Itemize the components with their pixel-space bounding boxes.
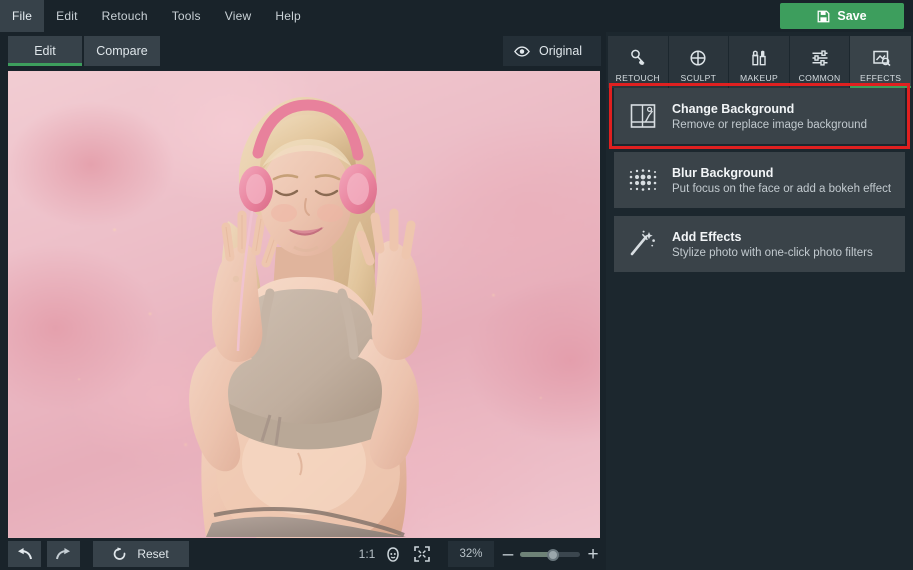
tab-common[interactable]: COMMON [789,36,851,88]
zoom-slider-handle[interactable] [547,548,559,561]
redo-arrow-icon [55,547,72,561]
fit-to-screen-icon [414,546,430,562]
menu-item-edit[interactable]: Edit [44,0,89,32]
menu-item-help-label: Help [275,9,301,23]
zoom-in-label: + [587,543,599,565]
menu-item-edit-label: Edit [56,9,78,23]
effects-frame-icon [850,47,911,69]
option-add-effects-subtitle: Stylize photo with one-click photo filte… [672,246,873,259]
tab-edit-label: Edit [34,44,56,58]
save-floppy-icon [817,10,830,23]
option-add-effects[interactable]: Add Effects Stylize photo with one-click… [614,216,905,272]
tab-retouch-label: RETOUCH [615,73,661,83]
zoom-level-text: 32% [459,548,483,560]
zoom-out-button[interactable]: – [498,541,518,567]
option-add-effects-title: Add Effects [672,229,742,244]
tab-retouch[interactable]: RETOUCH [608,36,669,88]
tab-common-label: COMMON [798,73,841,83]
menu-item-retouch[interactable]: Retouch [90,0,160,32]
eye-icon [514,45,530,57]
option-change-background-title: Change Background [672,101,795,116]
common-sliders-icon [790,47,850,69]
zoom-one-to-one-button[interactable]: 1:1 [355,541,379,567]
zoom-one-to-one-label: 1:1 [358,547,376,561]
menu-item-tools[interactable]: Tools [160,0,213,32]
zoom-slider[interactable] [520,548,580,561]
save-button[interactable]: Save [780,3,904,29]
undo-arrow-icon [16,547,33,561]
makeup-lipstick-icon [729,47,789,69]
option-change-background[interactable]: Change Background Remove or replace imag… [609,83,910,149]
view-tabs-row: Edit Compare Original [0,32,606,70]
tab-edit-active-underline [8,63,82,66]
menu-item-file[interactable]: File [0,0,45,32]
sculpt-target-icon [669,47,729,69]
reset-circular-arrow-icon [113,546,127,562]
image-canvas[interactable] [8,71,600,538]
zoom-level-value[interactable]: 32% [448,541,494,567]
bottom-toolbar: Reset 1:1 32% – + [0,538,606,570]
category-tabs: RETOUCH SCULPT MAKEUP COMMON EFFECTS [608,36,911,88]
tab-effects[interactable]: EFFECTS [850,36,911,88]
right-panel: RETOUCH SCULPT MAKEUP COMMON EFFECTS Cha… [606,32,913,570]
original-toggle-label: Original [539,44,583,58]
redo-button[interactable] [47,541,80,567]
tab-sculpt[interactable]: SCULPT [668,36,730,88]
option-blur-background-subtitle: Put focus on the face or add a bokeh eff… [672,182,892,195]
tab-compare[interactable]: Compare [84,36,160,66]
option-add-effects-text: Add Effects Stylize photo with one-click… [672,230,873,259]
photo-subject [189,97,423,538]
menu-item-help[interactable]: Help [263,0,312,32]
face-zoom-icon [386,546,400,562]
menu-item-view[interactable]: View [213,0,264,32]
reset-button-label: Reset [137,547,169,561]
tab-edit[interactable]: Edit [8,36,82,66]
original-toggle-button[interactable]: Original [503,36,601,66]
option-change-background-text: Change Background Remove or replace imag… [672,102,867,131]
menu-item-retouch-label: Retouch [101,9,148,23]
option-change-background-subtitle: Remove or replace image background [672,118,867,131]
option-blur-background-text: Blur Background Put focus on the face or… [672,166,891,195]
magic-wand-icon [614,216,672,272]
face-zoom-button[interactable] [381,541,405,567]
option-blur-background[interactable]: Blur Background Put focus on the face or… [614,152,905,208]
effects-option-list: Change Background Remove or replace imag… [606,83,913,280]
zoom-in-button[interactable]: + [583,541,603,567]
save-button-label: Save [837,9,867,23]
retouch-brush-icon [608,47,668,69]
change-background-icon [614,88,672,144]
tab-makeup-label: MAKEUP [739,73,779,83]
tab-effects-label: EFFECTS [860,73,902,83]
tab-sculpt-label: SCULPT [680,73,717,83]
tab-compare-label: Compare [96,44,148,58]
menu-item-tools-label: Tools [171,9,201,23]
menu-item-view-label: View [224,9,252,23]
zoom-out-label: – [502,543,514,565]
blur-background-dots-icon [614,152,672,208]
photo-editor-window: File Edit Retouch Tools View Help Save E… [0,0,913,570]
undo-button[interactable] [8,541,41,567]
reset-button[interactable]: Reset [93,541,189,567]
fit-to-screen-button[interactable] [409,541,435,567]
menu-item-file-label: File [12,9,33,23]
option-blur-background-title: Blur Background [672,165,774,180]
tab-makeup[interactable]: MAKEUP [729,36,790,88]
menu-bar: File Edit Retouch Tools View Help Save [0,0,913,32]
